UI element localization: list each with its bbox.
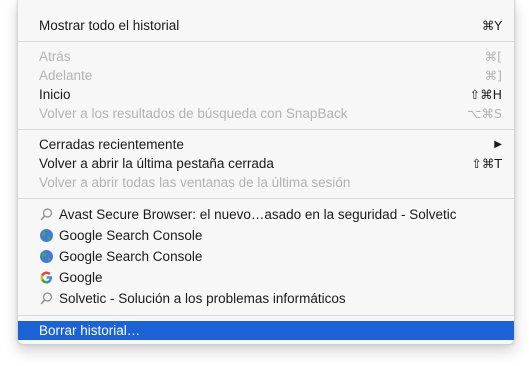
menu-item-label: Cerradas recientemente [39,137,184,152]
menu-item-label: Volver a abrir la última pestaña cerrada [39,156,274,171]
menu-item-snapback: Volver a los resultados de búsqueda con … [18,104,514,123]
shortcut-label: ⇧⌘H [469,87,502,102]
shortcut-label: ⌘Y [481,18,502,33]
history-item-label: Google [59,270,103,285]
menu-item-label: Mostrar todo el historial [39,18,180,33]
menu-separator [18,129,514,130]
menu-item-home[interactable]: Inicio ⇧⌘H [18,85,514,104]
history-item-label: Solvetic - Solución a los problemas info… [59,291,346,306]
menu-separator [18,315,514,316]
menu-item-label: Borrar historial… [39,323,141,338]
history-item-label: Google Search Console [59,249,203,264]
menu-item-reopen-all-windows: Volver a abrir todas las ventanas de la … [18,173,514,192]
menu-item-label: Volver a abrir todas las ventanas de la … [39,175,351,190]
menu-item-label: Atrás [39,49,71,64]
google-g-icon [40,271,52,284]
history-item[interactable]: Google Search Console [18,247,514,266]
menu-item-forward: Adelante ⌘] [18,66,514,85]
submenu-arrow-icon: ▶ [494,139,502,150]
history-item[interactable]: Solvetic - Solución a los problemas info… [18,289,514,308]
menu-item-label: Adelante [39,68,93,83]
menu-item-label: Volver a los resultados de búsqueda con … [39,106,348,121]
search-icon [40,208,53,221]
search-icon [40,292,53,305]
history-item-label: Avast Secure Browser: el nuevo…asado en … [59,207,457,222]
history-item[interactable]: Google Search Console [18,226,514,245]
menu-separator [18,41,514,42]
shortcut-label: ⌥⌘S [467,106,502,121]
history-item-label: Google Search Console [59,228,203,243]
history-item[interactable]: Avast Secure Browser: el nuevo…asado en … [18,205,514,224]
menu-item-label: Inicio [39,87,71,102]
history-item[interactable]: Google [18,268,514,287]
globe-icon [40,229,53,242]
globe-icon [40,250,53,263]
menu-item-recently-closed[interactable]: Cerradas recientemente ▶ [18,135,514,154]
menu-item-reopen-last-tab[interactable]: Volver a abrir la última pestaña cerrada… [18,154,514,173]
shortcut-label: ⌘[ [484,49,502,64]
history-menu: Mostrar todo el historial ⌘Y Atrás ⌘[ Ad… [17,0,515,345]
menu-separator [18,198,514,199]
menu-item-back: Atrás ⌘[ [18,47,514,66]
menu-item-show-all-history[interactable]: Mostrar todo el historial ⌘Y [18,16,514,35]
menu-item-clear-history[interactable]: Borrar historial… [18,321,514,340]
shortcut-label: ⌘] [484,68,502,83]
shortcut-label: ⇧⌘T [471,156,502,171]
